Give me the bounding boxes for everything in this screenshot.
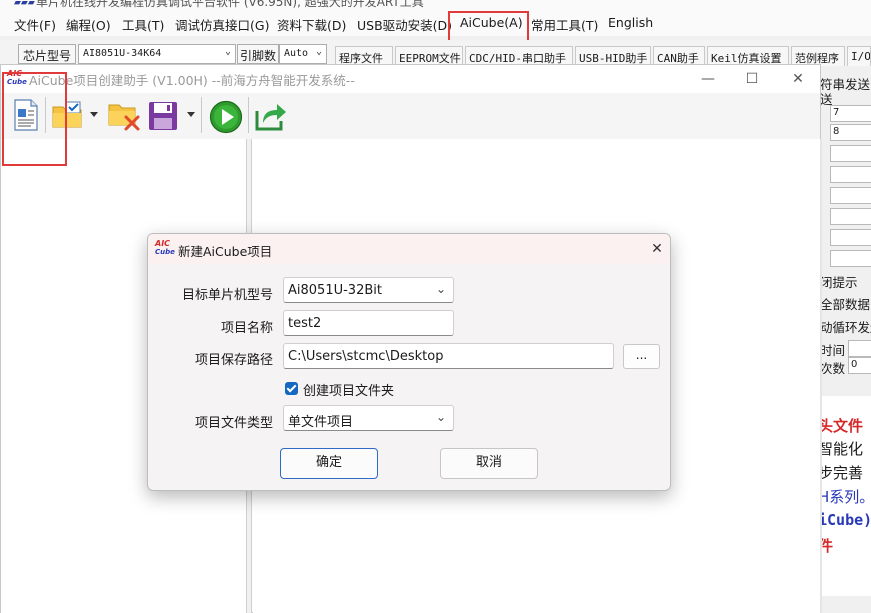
send-input[interactable] <box>830 187 871 204</box>
menu-program[interactable]: 编程(O) <box>66 15 111 34</box>
chevron-down-icon: ⌄ <box>435 282 446 296</box>
file-type-label: 项目文件类型 <box>194 416 273 431</box>
send-input[interactable] <box>830 229 871 246</box>
send-input[interactable] <box>830 208 871 225</box>
helper-title: AiCube项目创建助手 (V1.00H) --前海方舟智能开发系统-- <box>29 73 355 88</box>
pin-count-label: 引脚数 <box>237 44 279 64</box>
target-mcu-label: 目标单片机型号 <box>181 288 273 303</box>
tab-program-file[interactable]: 程序文件 <box>335 46 393 66</box>
all-data-label: 全部数据 <box>820 297 871 312</box>
info-line-3: 步完善 <box>818 464 864 482</box>
time-label: 时间 <box>820 343 846 358</box>
menu-debug-interface[interactable]: 调试仿真接口(G) <box>175 15 269 34</box>
chip-model-label: 芯片型号 <box>18 44 76 64</box>
tab-eeprom-file[interactable]: EEPROM文件 <box>395 46 463 66</box>
toolbar-separator <box>201 97 202 133</box>
target-mcu-select[interactable]: Ai8051U-32Bit ⌄ <box>283 277 454 303</box>
create-folder-checkbox[interactable] <box>285 382 298 395</box>
time-input[interactable] <box>848 340 871 357</box>
tab-examples[interactable]: 范例程序 <box>791 46 845 66</box>
chevron-down-icon: ⌄ <box>224 46 231 57</box>
menu-english[interactable]: English <box>608 15 653 30</box>
save-path-label: 项目保存路径 <box>194 353 273 368</box>
new-project-dialog: AIC Cube 新建AiCube项目 ✕ 目标单片机型号 Ai8051U-32… <box>147 233 671 491</box>
chip-model-value: AI8051U-34K64 <box>83 48 162 59</box>
chevron-down-icon[interactable] <box>90 112 98 117</box>
aicube-logo-icon: AIC Cube <box>155 239 175 257</box>
helper-toolbar <box>1 93 820 139</box>
create-folder-label[interactable]: 创建项目文件夹 <box>303 380 394 399</box>
file-type-select[interactable]: 单文件项目 ⌄ <box>283 405 454 431</box>
send-input[interactable] <box>830 166 871 183</box>
menu-common-tools[interactable]: 常用工具(T) <box>531 15 598 34</box>
aicube-menu-highlight <box>448 11 529 43</box>
info-line-5: iCube) <box>818 511 871 529</box>
minimize-icon[interactable]: — <box>694 68 722 90</box>
info-line-1: 头文件 <box>818 417 864 435</box>
scrollbar[interactable] <box>820 139 822 613</box>
file-type-value: 单文件项目 <box>288 415 354 430</box>
auto-loop-label: 动循环发送 <box>820 320 871 335</box>
cancel-button[interactable]: 取消 <box>440 448 538 479</box>
menu-usb-driver[interactable]: USB驱动安装(D) <box>357 15 452 34</box>
tab-usb-hid[interactable]: USB-HID助手 <box>575 46 651 66</box>
count-label: 次数 <box>820 361 846 376</box>
chevron-down-icon[interactable] <box>187 112 195 117</box>
tab-keil-sim[interactable]: Keil仿真设置 <box>707 46 789 66</box>
info-text-area: 头文件 智能化 步完善 H系列。 iCube) 件 <box>818 396 871 596</box>
pin-count-select[interactable]: Auto ⌄ <box>279 44 327 64</box>
info-line-4: H系列。 <box>818 488 871 506</box>
save-project-icon[interactable] <box>148 101 178 131</box>
menu-bar: 文件(F) 编程(O) 工具(T) 调试仿真接口(G) 资料下载(D) USB驱… <box>0 12 871 36</box>
close-project-icon[interactable] <box>108 101 140 131</box>
serial-panel: 符串发送 送 7 8 闭提示 全部数据 动循环发送 时间 次数 0 头文件 智能… <box>818 66 871 613</box>
tab-can[interactable]: CAN助手 <box>653 46 705 66</box>
main-window-title-bar: ▰▰▰ 单片机在线开发编程仿真调试平台软件 (V6.95N), 超强大的开发AR… <box>0 0 871 12</box>
new-project-highlight <box>2 72 67 166</box>
send-input[interactable] <box>830 250 871 267</box>
maximize-icon[interactable]: ☐ <box>738 68 766 90</box>
dialog-title: 新建AiCube项目 <box>178 244 273 259</box>
menu-file[interactable]: 文件(F) <box>14 15 56 34</box>
count-input[interactable]: 0 <box>848 357 871 374</box>
tab-io[interactable]: I/O <box>847 46 871 66</box>
project-name-label: 项目名称 <box>220 321 273 336</box>
chip-model-select[interactable]: AI8051U-34K64 ⌄ <box>78 44 236 64</box>
save-path-input[interactable]: C:\Users\stcmc\Desktop <box>283 343 614 369</box>
target-mcu-value: Ai8051U-32Bit <box>288 283 382 298</box>
chevron-down-icon: ⌄ <box>435 410 446 424</box>
export-icon[interactable] <box>255 101 287 131</box>
run-icon[interactable] <box>209 100 243 134</box>
dialog-title-bar: AIC Cube 新建AiCube项目 ✕ <box>148 234 670 264</box>
browse-button[interactable]: ... <box>623 344 660 369</box>
close-hint-label: 闭提示 <box>820 275 858 290</box>
send-input-7[interactable]: 7 <box>830 105 871 122</box>
toolbar-separator <box>248 97 249 133</box>
helper-title-bar: AIC Cube AiCube项目创建助手 (V1.00H) --前海方舟智能开… <box>1 65 820 93</box>
pin-count-value: Auto <box>284 48 309 59</box>
menu-downloads[interactable]: 资料下载(D) <box>277 15 346 34</box>
project-name-input[interactable]: test2 <box>283 310 454 336</box>
main-window-title: 单片机在线开发编程仿真调试平台软件 (V6.95N), 超强大的开发ART工具 <box>36 0 424 9</box>
send-input[interactable] <box>830 145 871 162</box>
app-icon: ▰▰▰ <box>14 0 35 8</box>
ok-button[interactable]: 确定 <box>280 448 378 479</box>
menu-tools[interactable]: 工具(T) <box>122 15 164 34</box>
info-line-2: 智能化 <box>818 440 864 458</box>
close-icon[interactable]: ✕ <box>784 68 812 90</box>
tab-serial-assistant[interactable]: CDC/HID-串口助手 <box>465 46 573 66</box>
send-input-8[interactable]: 8 <box>830 124 871 141</box>
chevron-down-icon: ⌄ <box>315 46 322 57</box>
close-icon[interactable]: ✕ <box>646 238 668 260</box>
